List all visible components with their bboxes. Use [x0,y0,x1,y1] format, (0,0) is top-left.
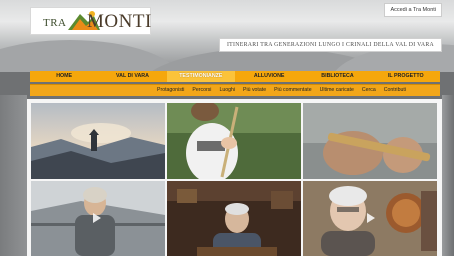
thumb-elderly-woman[interactable] [303,181,437,256]
thumb-man-portrait[interactable] [167,181,301,256]
logo-prefix: TRA [43,17,67,29]
side-shadow-right [442,95,454,256]
nav-item-val-di-vara[interactable]: VAL DI VARA [98,71,166,82]
thumbnail-grid [31,103,437,256]
nav-item-home[interactable]: HOME [30,71,98,82]
side-shadow-left [0,95,27,256]
logo-suffix: MONTI [87,11,152,32]
nav-item-biblioteca[interactable]: BIBLIOTECA [303,71,371,82]
child-stick-image [167,103,301,179]
nav-item-testimonianze[interactable]: TESTIMONIANZE [166,71,235,82]
subnav-item-contributi[interactable]: Contributi [384,85,406,96]
content-panel [27,99,442,256]
main-nav: HOME VAL DI VARA TESTIMONIANZE ALLUVIONE… [30,71,440,82]
login-link[interactable]: Accedi a Tra Monti [384,3,442,17]
subnav-item-protagonisti[interactable]: Protagonisti [157,85,184,96]
thumb-hills-sunset[interactable] [31,103,165,179]
site-tagline: ITINERARI TRA GENERAZIONI LUNGO I CRINAL… [219,38,442,52]
subnav-item-cerca[interactable]: Cerca [362,85,376,96]
site-logo[interactable]: TRA MONTI [30,7,151,35]
subnav-item-percorsi[interactable]: Percorsi [192,85,211,96]
subnav-item-piu-commentate[interactable]: Più commentate [274,85,311,96]
subnav-item-luoghi[interactable]: Luoghi [219,85,235,96]
play-icon[interactable] [367,213,375,223]
hands-flute-image [303,103,437,179]
hill-shape [0,40,180,72]
subnav-item-ultime-caricate[interactable]: Ultime caricate [320,85,354,96]
play-icon[interactable] [93,213,101,223]
man-portrait-image [167,181,301,256]
thumb-woman-terrace[interactable] [31,181,165,256]
thumb-child-stick[interactable] [167,103,301,179]
thumb-hands-flute[interactable] [303,103,437,179]
hills-sunset-image [31,103,165,179]
nav-item-il-progetto[interactable]: IL PROGETTO [372,71,440,82]
subnav-item-piu-votate[interactable]: Più votate [243,85,266,96]
sub-nav: Protagonisti Percorsi Luoghi Più votate … [30,84,440,96]
nav-item-alluvione[interactable]: ALLUVIONE [235,71,303,82]
